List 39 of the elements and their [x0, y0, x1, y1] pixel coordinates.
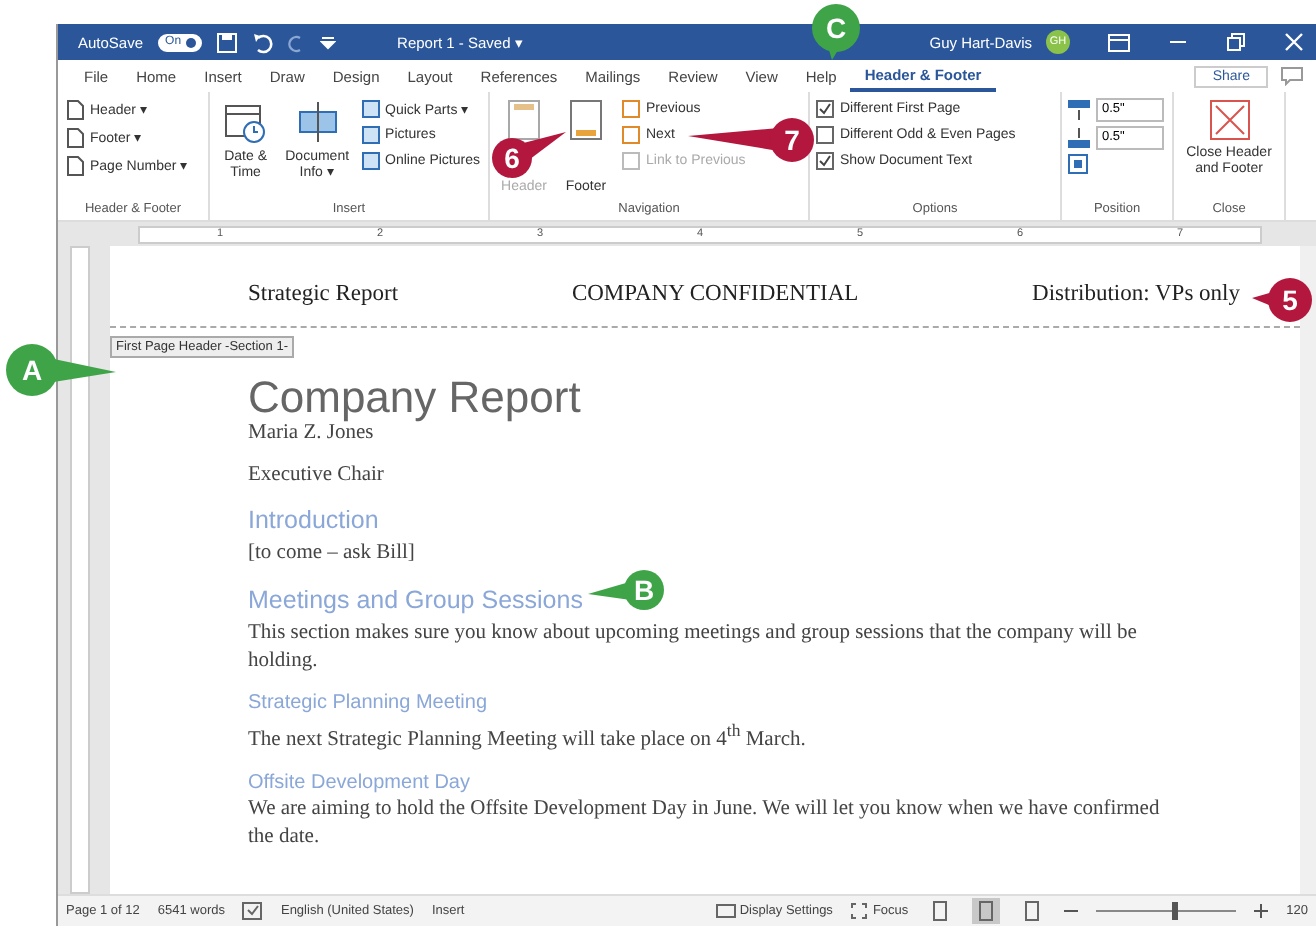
view-mode-icon[interactable] — [972, 898, 1001, 924]
paragraph-text: We are aiming to hold the Offsite Development Day in June. We will let you know when we have confirmed the date. — [248, 795, 1162, 851]
subheading-text: Strategic Planning Meeting — [248, 690, 490, 716]
page-icon — [508, 100, 540, 140]
paragraph-text: The next Strategic Planning Meeting will take place on 4$^{th}$ March. — [248, 718, 808, 755]
header-text: Distribution: VPs only — [1032, 282, 1240, 310]
redo-icon[interactable] — [287, 31, 306, 53]
close-icon — [1209, 100, 1249, 140]
paragraph-text: [to come – ask Bill] — [248, 540, 417, 568]
header-text: Strategic Report — [248, 282, 399, 310]
page-icon — [570, 100, 602, 140]
monitor-icon — [715, 903, 736, 919]
header-position-icon — [1068, 100, 1090, 120]
alignment-tab-icon[interactable] — [1068, 154, 1088, 174]
heading-text: Introduction — [248, 506, 379, 536]
ribbon-display-icon[interactable] — [1108, 33, 1130, 51]
vertical-scrollbar[interactable] — [1300, 246, 1316, 894]
focus-icon — [850, 902, 869, 920]
customize-icon[interactable] — [319, 34, 336, 50]
restore-icon[interactable] — [1226, 32, 1246, 52]
document-text: Maria Z. Jones — [248, 422, 376, 446]
header-text: COMPANY CONFIDENTIAL — [571, 282, 859, 310]
zoom-in-icon[interactable] — [1254, 904, 1269, 918]
undo-icon[interactable] — [251, 31, 274, 53]
proofing-icon[interactable] — [242, 902, 263, 920]
document-info-icon — [295, 100, 340, 144]
close-icon[interactable] — [1284, 32, 1304, 52]
comment-icon[interactable] — [1280, 66, 1304, 86]
calendar-clock-icon — [223, 100, 268, 144]
paragraph-text: This section makes sure you know about upcoming meetings and group sessions that the company will be holding. — [248, 620, 1139, 676]
save-icon[interactable] — [215, 31, 238, 53]
document-text: Executive Chair — [248, 462, 386, 488]
footer-position-icon — [1068, 128, 1090, 148]
document-title: Company Report — [248, 376, 583, 420]
check-icon — [818, 154, 832, 168]
subheading-text: Offsite Development Day — [248, 769, 472, 795]
check-icon — [818, 102, 832, 116]
zoom-out-icon[interactable] — [1064, 904, 1079, 918]
heading-text: Meetings and Group Sessions — [248, 586, 583, 616]
